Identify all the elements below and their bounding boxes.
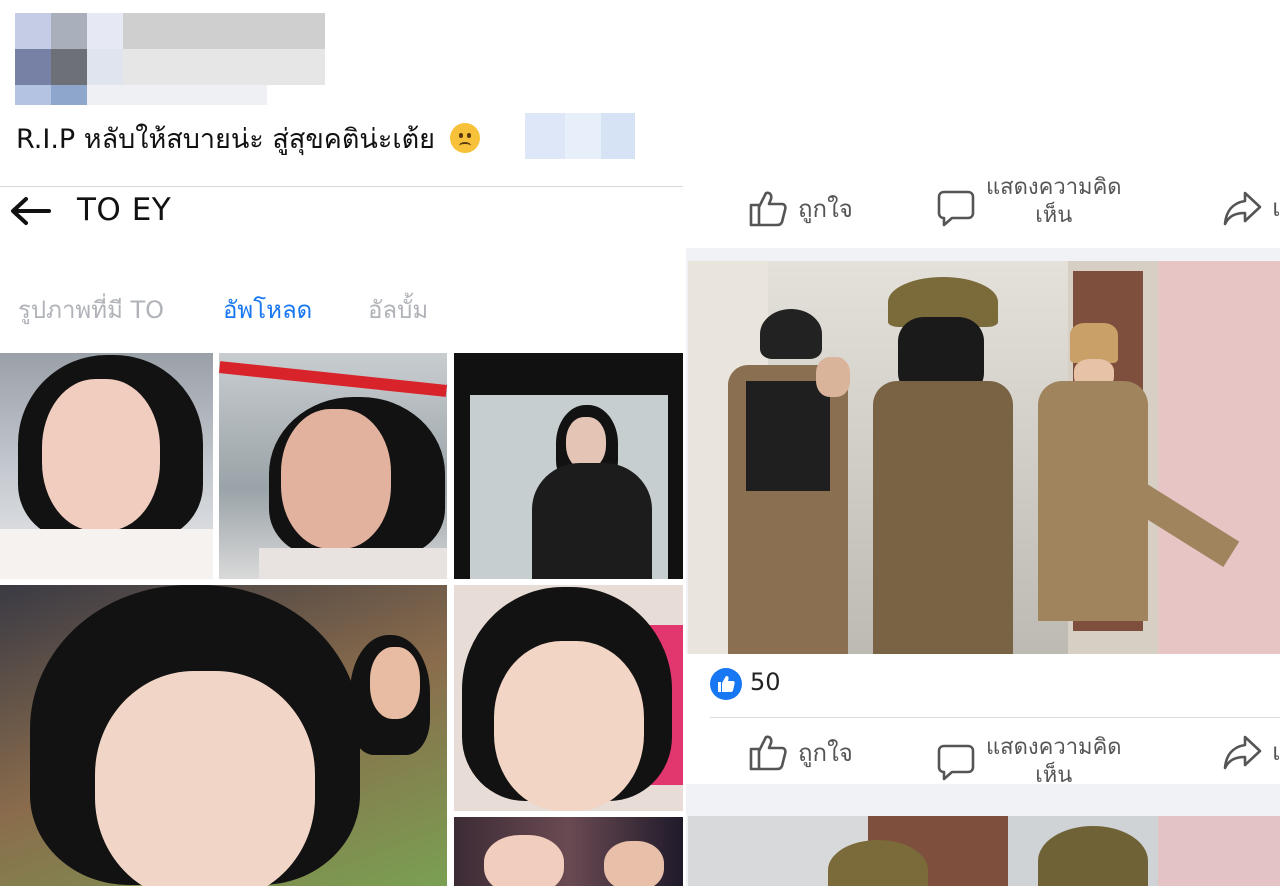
- profile-photos-panel: TO EY รูปภาพที่มี TO อัพโหลด อัลบั้ม: [0, 187, 685, 886]
- thumbs-up-icon: [749, 191, 787, 227]
- tab-photos-of[interactable]: รูปภาพที่มี TO: [18, 290, 164, 329]
- share-button[interactable]: แ: [1222, 188, 1280, 227]
- photo-thumbnail[interactable]: [454, 817, 683, 886]
- post-photo[interactable]: [688, 261, 1280, 654]
- comment-button[interactable]: แสดงความคิด เห็น: [936, 175, 1122, 230]
- tab-uploads[interactable]: อัพโหลด: [223, 290, 312, 329]
- reaction-summary: 50 ถูกใจ แสดงความคิด เห็น แ: [686, 654, 1280, 788]
- share-label: แ: [1272, 738, 1280, 766]
- comment-bubble-icon: [937, 744, 975, 781]
- share-label: แ: [1272, 194, 1280, 222]
- comment-button[interactable]: แสดงความคิด เห็น: [936, 734, 1122, 790]
- divider: [710, 717, 1280, 718]
- tab-albums[interactable]: อัลบั้ม: [368, 290, 428, 329]
- like-reaction-icon[interactable]: [710, 668, 742, 700]
- share-arrow-icon: [1223, 191, 1262, 225]
- comment-label-line2: เห็น: [1035, 203, 1073, 228]
- like-label: ถูกใจ: [798, 738, 853, 767]
- back-arrow-icon[interactable]: [9, 196, 51, 226]
- photo-thumbnail[interactable]: [0, 585, 447, 886]
- comment-label-line1: แสดงความคิด: [986, 735, 1122, 760]
- photo-thumbnail[interactable]: [0, 353, 213, 579]
- photo-thumbnail[interactable]: [454, 353, 683, 579]
- next-post-photo[interactable]: [688, 816, 1280, 886]
- like-count[interactable]: 50: [750, 668, 781, 696]
- like-button[interactable]: ถูกใจ: [748, 732, 853, 772]
- share-button[interactable]: แ: [1222, 732, 1280, 771]
- pixelated-tagged-name: [525, 113, 635, 159]
- like-label: ถูกใจ: [798, 194, 853, 223]
- share-arrow-icon: [1223, 735, 1262, 769]
- feed-post: ถูกใจ แสดงความคิด เห็น แ 50 ถูกใจ แสดงคว…: [686, 175, 1280, 886]
- pixelated-author-avatar: [15, 13, 325, 105]
- photo-thumbnail[interactable]: [454, 585, 683, 811]
- comment-bubble-icon: [937, 190, 975, 227]
- post-action-bar: ถูกใจ แสดงความคิด เห็น แ: [686, 175, 1280, 248]
- profile-name: TO EY: [77, 192, 172, 228]
- comment-label-line2: เห็น: [1035, 763, 1073, 788]
- frowning-face-icon: [449, 123, 480, 153]
- post-caption: R.I.P หลับให้สบายน่ะ สู่สุขคติน่ะเต้ย: [16, 120, 480, 160]
- like-button[interactable]: ถูกใจ: [748, 188, 853, 228]
- comment-label-line1: แสดงความคิด: [986, 175, 1122, 200]
- post-caption-text: R.I.P หลับให้สบายน่ะ สู่สุขคติน่ะเต้ย: [16, 124, 435, 155]
- photo-thumbnail[interactable]: [219, 353, 447, 579]
- thumbs-up-icon: [749, 735, 787, 771]
